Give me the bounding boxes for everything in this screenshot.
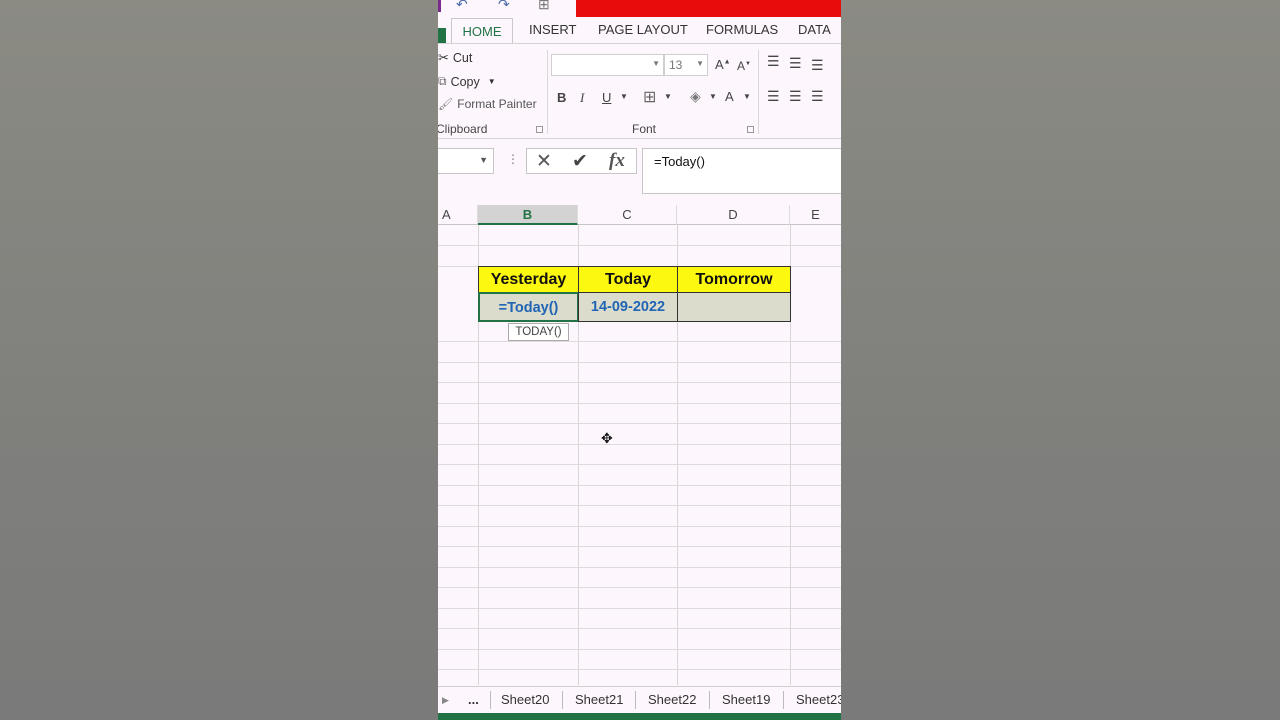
- paintbrush-icon: 🖌: [438, 97, 454, 111]
- cancel-icon[interactable]: ✕: [536, 150, 552, 173]
- clipboard-group-label: Clipboard: [438, 122, 488, 136]
- excel-window: ↶ ↷ ⊞ HOME INSERT PAGE LAYOUT FORMULAS D…: [438, 0, 841, 720]
- align-bottom-icon[interactable]: ☰: [811, 57, 824, 74]
- app-icon-edge: [438, 0, 441, 12]
- align-right-icon[interactable]: ☰: [811, 88, 824, 105]
- bold-button[interactable]: B: [557, 90, 566, 105]
- undo-icon[interactable]: ↶: [456, 0, 468, 13]
- chevron-down-icon: ▼: [652, 59, 660, 68]
- tab-formulas[interactable]: FORMULAS: [706, 22, 778, 37]
- chevron-down-icon[interactable]: ▼: [479, 155, 488, 165]
- font-name-select[interactable]: ▼: [551, 54, 664, 76]
- cell-cursor-icon: ✥: [601, 430, 613, 446]
- chevron-down-icon: ▼: [696, 59, 704, 68]
- insert-function-icon[interactable]: fx: [609, 150, 625, 172]
- formula-buttons: ✕ ✔ fx: [526, 148, 637, 174]
- format-painter-label: Format Painter: [457, 97, 537, 111]
- redo-icon[interactable]: ↷: [498, 0, 510, 13]
- copy-button[interactable]: ⧉ Copy ▼: [438, 74, 496, 89]
- sheet-tab-bar: ▶ ... Sheet20 Sheet21 Sheet22 Sheet19 Sh…: [438, 686, 841, 714]
- font-group-label: Font: [632, 122, 657, 136]
- font-color-icon[interactable]: A: [725, 89, 734, 104]
- align-top-icon[interactable]: ☰: [767, 53, 780, 70]
- column-header-c[interactable]: C: [578, 205, 677, 225]
- sheet-tab[interactable]: Sheet22: [648, 692, 696, 707]
- table-icon[interactable]: ⊞: [538, 0, 550, 13]
- font-size-select[interactable]: 13 ▼: [664, 54, 708, 76]
- formula-bar-grip-icon[interactable]: ⋮: [507, 152, 519, 166]
- tab-home[interactable]: HOME: [451, 18, 513, 44]
- chevron-down-icon[interactable]: ▼: [743, 92, 751, 101]
- column-header-a[interactable]: A: [438, 205, 478, 225]
- cell-d-tomorrow-value[interactable]: [677, 292, 791, 322]
- sheet-tab[interactable]: Sheet21: [575, 692, 623, 707]
- name-box[interactable]: ▼: [438, 148, 494, 174]
- video-background-right: [841, 0, 1280, 720]
- tab-data[interactable]: DATA: [798, 22, 831, 37]
- cell-c-today-header[interactable]: Today: [578, 266, 678, 293]
- chevron-down-icon[interactable]: ▼: [709, 92, 717, 101]
- formula-input[interactable]: =Today(): [642, 148, 841, 194]
- font-size-value: 13: [669, 58, 683, 72]
- cell-d-tomorrow-header[interactable]: Tomorrow: [677, 266, 791, 293]
- ribbon-home: ✂ Cut ⧉ Copy ▼ 🖌 Format Painter Clipboar…: [438, 43, 841, 139]
- sheet-tab[interactable]: Sheet19: [722, 692, 770, 707]
- grow-font-icon[interactable]: A▲: [715, 57, 731, 72]
- chevron-down-icon: ▼: [487, 77, 496, 86]
- column-header-e[interactable]: E: [790, 205, 841, 225]
- column-header-d[interactable]: D: [677, 205, 790, 225]
- align-center-icon[interactable]: ☰: [789, 88, 802, 105]
- scissors-icon: ✂: [438, 50, 449, 65]
- copy-icon: ⧉: [438, 74, 447, 88]
- clipboard-launcher-icon[interactable]: [536, 126, 543, 133]
- scroll-sheets-left-icon[interactable]: ▶: [442, 695, 449, 706]
- tab-insert[interactable]: INSERT: [529, 22, 576, 37]
- fill-color-icon[interactable]: ◈: [690, 88, 701, 105]
- red-banner: [576, 0, 841, 17]
- underline-button[interactable]: U: [602, 90, 611, 105]
- status-bar: [438, 713, 841, 720]
- sheet-tab[interactable]: Sheet23: [796, 692, 841, 707]
- align-left-icon[interactable]: ☰: [767, 88, 780, 105]
- font-launcher-icon[interactable]: [747, 126, 754, 133]
- tab-page-layout[interactable]: PAGE LAYOUT: [598, 22, 688, 37]
- format-painter-button[interactable]: 🖌 Format Painter: [438, 97, 537, 111]
- more-sheets-button[interactable]: ...: [468, 692, 479, 707]
- align-middle-icon[interactable]: ☰: [789, 55, 802, 72]
- italic-button[interactable]: I: [580, 90, 584, 106]
- chevron-down-icon[interactable]: ▼: [664, 92, 672, 101]
- copy-label: Copy: [450, 74, 480, 89]
- cell-b-yesterday-header[interactable]: Yesterday: [478, 266, 579, 293]
- function-tooltip: TODAY(): [508, 323, 569, 341]
- group-divider: [758, 50, 759, 134]
- cell-c-today-value[interactable]: 14-09-2022: [578, 292, 678, 322]
- chevron-down-icon[interactable]: ▼: [620, 92, 628, 101]
- cut-label: Cut: [452, 51, 473, 65]
- sheet-tab[interactable]: Sheet20: [501, 692, 549, 707]
- borders-icon[interactable]: ⊞: [643, 87, 656, 107]
- enter-icon[interactable]: ✔: [572, 150, 588, 173]
- ribbon-tabs: HOME INSERT PAGE LAYOUT FORMULAS DATA: [438, 16, 841, 44]
- group-divider: [547, 50, 548, 134]
- video-background-left: [0, 0, 438, 720]
- cut-button[interactable]: ✂ Cut: [438, 50, 472, 66]
- column-header-b[interactable]: B: [478, 205, 578, 225]
- shrink-font-icon[interactable]: A▼: [737, 59, 751, 73]
- cell-b-yesterday-value[interactable]: =Today(): [478, 292, 579, 322]
- quick-access-toolbar: ↶ ↷ ⊞: [438, 0, 841, 17]
